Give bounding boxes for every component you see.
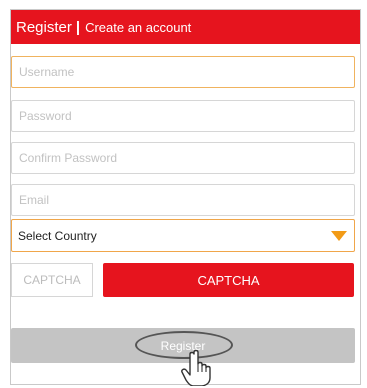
page-title: Register xyxy=(16,18,72,36)
pointing-hand-icon xyxy=(181,350,211,386)
password-input[interactable]: Password xyxy=(11,100,355,132)
captcha-placeholder: CAPTCHA xyxy=(23,273,81,287)
username-placeholder: Username xyxy=(19,65,75,79)
country-select[interactable]: Select Country xyxy=(11,219,355,252)
title-separator: | xyxy=(75,18,81,36)
triangle-down-icon[interactable] xyxy=(331,231,347,241)
email-placeholder: Email xyxy=(19,193,50,207)
captcha-button-label: CAPTCHA xyxy=(197,272,260,288)
email-input[interactable]: Email xyxy=(11,184,355,216)
page-subtitle: Create an account xyxy=(85,19,192,35)
username-input[interactable]: Username xyxy=(11,56,355,88)
confirm-password-placeholder: Confirm Password xyxy=(19,151,118,165)
confirm-password-input[interactable]: Confirm Password xyxy=(11,142,355,174)
header-bar: Register | Create an account xyxy=(11,10,360,44)
captcha-button[interactable]: CAPTCHA xyxy=(103,263,354,297)
password-placeholder: Password xyxy=(19,109,72,123)
captcha-input[interactable]: CAPTCHA xyxy=(11,263,93,297)
country-select-value: Select Country xyxy=(18,228,97,243)
